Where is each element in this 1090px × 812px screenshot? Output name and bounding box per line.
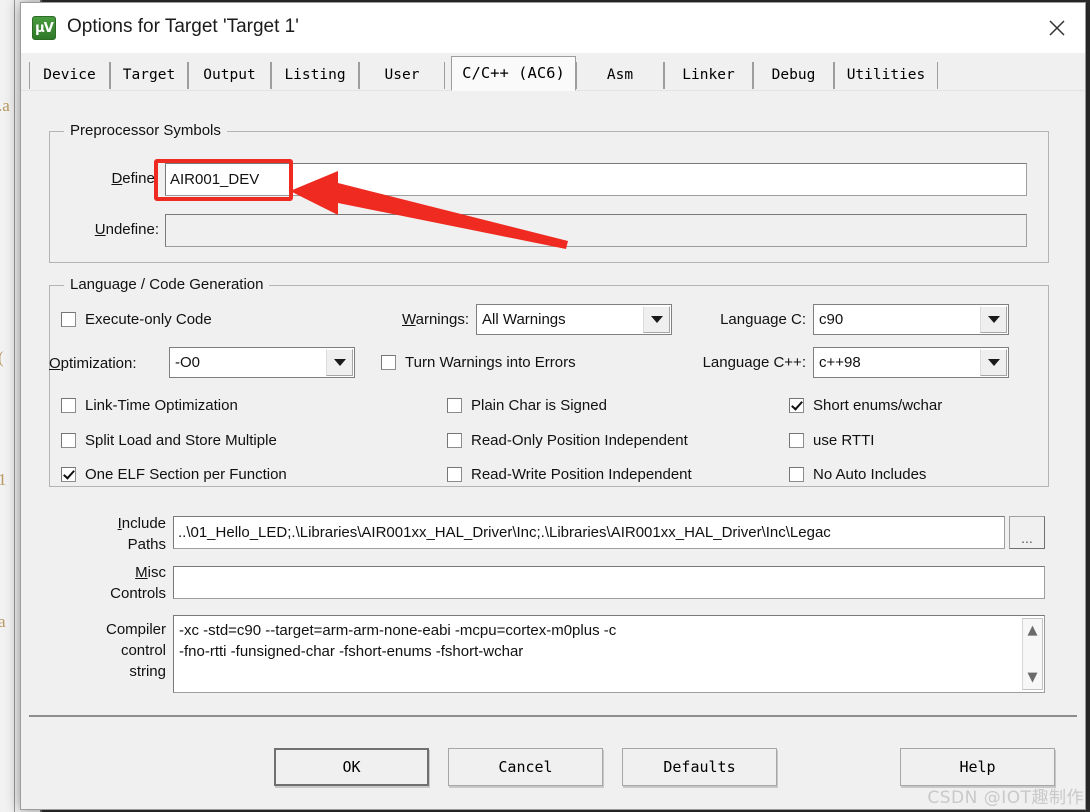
optimization-value: -O0 [175,354,201,371]
warnings-label: Warnings: [402,311,469,328]
language-cpp-dropdown[interactable]: c++98 [813,347,1009,378]
tab-listing[interactable]: Listing [271,62,359,89]
misc-controls-label-line1: Misc [135,564,166,581]
uvision-icon: µV [32,16,56,40]
checkbox-label: Turn Warnings into Errors [405,354,576,371]
preprocessor-symbols-legend: Preprocessor Symbols [64,122,227,139]
compiler-control-label-line3: string [129,663,166,680]
checkbox-execute-only-code[interactable]: Execute-only Code [61,311,212,328]
c-cpp-options-panel: Preprocessor Symbols Define: AIR001_DEV … [21,93,1085,809]
compiler-control-label-line1: Compiler [105,621,166,638]
checkbox-box [789,467,804,482]
optimization-label: Optimization: [49,355,137,372]
checkbox-box [61,398,76,413]
checkbox-label: Execute-only Code [85,311,212,328]
cancel-button[interactable]: Cancel [448,748,603,786]
checkbox-no-auto-includes[interactable]: No Auto Includes [789,466,926,483]
tab-asm[interactable]: Asm [576,62,664,89]
misc-controls-input[interactable] [173,566,1045,599]
checkbox-short-enums-wchar[interactable]: Short enums/wchar [789,397,942,414]
background-ghost-text: ( [0,348,4,368]
checkbox-link-time-optimization[interactable]: Link-Time Optimization [61,397,238,414]
checkbox-label: Split Load and Store Multiple [85,432,277,449]
footer-separator [29,715,1077,717]
checkbox-read-only-position-independent[interactable]: Read-Only Position Independent [447,432,688,449]
dialog-titlebar: µV Options for Target 'Target 1' [21,3,1085,54]
checkbox-box [61,433,76,448]
undefine-input[interactable] [165,214,1027,247]
checkbox-split-load-store-multiple[interactable]: Split Load and Store Multiple [61,432,277,449]
checkbox-box [789,398,804,413]
checkbox-label: use RTTI [813,432,875,449]
checkbox-label: One ELF Section per Function [85,466,287,483]
checkbox-read-write-position-independent[interactable]: Read-Write Position Independent [447,466,692,483]
include-paths-label-line2: Paths [127,536,166,553]
misc-controls-label-line2: Controls [110,585,166,602]
checkbox-box [447,467,462,482]
tab-c-cpp-ac6[interactable]: C/C++ (AC6) [451,56,576,91]
tab-target[interactable]: Target [110,62,188,89]
checkbox-box [447,398,462,413]
include-paths-label-line1: Include [117,515,166,532]
checkbox-one-elf-section-per-function[interactable]: One ELF Section per Function [61,466,287,483]
checkbox-label: Read-Write Position Independent [471,466,692,483]
language-code-generation-legend: Language / Code Generation [64,276,270,293]
watermark: CSDN @IOT趣制作 [927,788,1084,808]
close-icon[interactable] [1029,3,1085,52]
checkbox-box [447,433,462,448]
scroll-down-icon[interactable]: ▼ [1028,671,1038,684]
warnings-dropdown[interactable]: All Warnings [476,304,672,335]
include-paths-browse-button[interactable]: ... [1009,516,1045,549]
checkbox-label: Short enums/wchar [813,397,943,414]
checkbox-label: Plain Char is Signed [471,397,607,414]
dialog-title: Options for Target 'Target 1' [67,16,299,37]
background-ghost-text: 1 [0,470,7,490]
compiler-control-scrollbar[interactable]: ▲ ▼ [1022,618,1043,690]
scroll-up-icon[interactable]: ▲ [1028,624,1038,637]
uvision-icon-glyph: µV [35,20,54,36]
define-input[interactable]: AIR001_DEV [165,163,1027,196]
tab-debug[interactable]: Debug [753,62,834,89]
checkbox-box [381,355,396,370]
background-ghost-text: a [0,612,6,632]
checkbox-box [61,467,76,482]
checkbox-turn-warnings-into-errors[interactable]: Turn Warnings into Errors [381,354,576,371]
tab-user[interactable]: User [359,62,445,89]
chevron-down-icon[interactable] [980,306,1007,333]
language-c-dropdown[interactable]: c90 [813,304,1009,335]
tab-output[interactable]: Output [188,62,271,89]
checkbox-box [789,433,804,448]
warnings-value: All Warnings [482,311,566,328]
background-ghost-text: .a [0,96,10,115]
compiler-control-label-line2: control [120,642,166,659]
language-c-value: c90 [819,311,844,328]
tab-utilities[interactable]: Utilities [834,62,938,89]
define-label: Define: [111,170,159,187]
language-c-label: Language C: [720,311,806,328]
include-paths-input[interactable]: ..\01_Hello_LED;.\Libraries\AIR001xx_HAL… [173,516,1005,549]
checkbox-use-rtti[interactable]: use RTTI [789,432,874,449]
checkbox-label: Read-Only Position Independent [471,432,688,449]
options-tabs: Device Target Output Listing User C/C++ … [21,53,1085,93]
compiler-control-string-textarea[interactable]: -xc -std=c90 --target=arm-arm-none-eabi … [173,615,1045,693]
options-for-target-dialog: µV Options for Target 'Target 1' Device … [20,2,1086,810]
ok-button[interactable]: OK [274,748,429,786]
optimization-dropdown[interactable]: -O0 [169,347,355,378]
checkbox-label: No Auto Includes [813,466,927,483]
chevron-down-icon[interactable] [326,349,353,376]
defaults-button[interactable]: Defaults [622,748,777,786]
tab-device[interactable]: Device [29,62,110,89]
language-cpp-value: c++98 [819,354,861,371]
checkbox-label: Link-Time Optimization [85,397,238,414]
checkbox-plain-char-is-signed[interactable]: Plain Char is Signed [447,397,607,414]
chevron-down-icon[interactable] [980,349,1007,376]
tab-linker[interactable]: Linker [664,62,753,89]
language-cpp-label: Language C++: [702,354,806,371]
checkbox-box [61,312,76,327]
help-button[interactable]: Help [900,748,1055,786]
undefine-label: Undefine: [94,221,159,238]
